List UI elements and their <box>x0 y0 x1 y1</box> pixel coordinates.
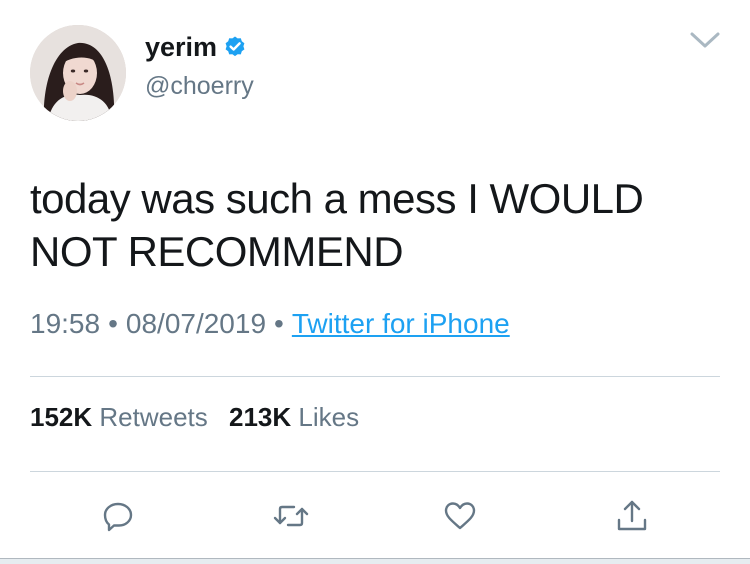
retweets-stat[interactable]: 152K Retweets <box>30 402 208 432</box>
display-name[interactable]: yerim <box>145 32 217 62</box>
likes-count: 213K <box>229 402 292 432</box>
tweet-card: yerim @choerry today was such a mess I W… <box>0 0 750 564</box>
verified-badge-icon <box>225 36 245 57</box>
action-bar <box>0 494 750 538</box>
retweet-button[interactable] <box>269 494 313 538</box>
source-link[interactable]: Twitter for iPhone <box>292 308 510 339</box>
separator-dot: • <box>108 308 118 339</box>
tweet-time[interactable]: 19:58 <box>30 308 100 339</box>
heart-icon <box>444 502 476 530</box>
chevron-down-icon[interactable] <box>688 28 722 52</box>
tweet-meta: 19:58 • 08/07/2019 • Twitter for iPhone <box>30 305 510 343</box>
tweet-date[interactable]: 08/07/2019 <box>126 308 266 339</box>
tweet-text: today was such a mess I WOULD NOT RECOMM… <box>30 175 644 275</box>
retweets-count: 152K <box>30 402 93 432</box>
user-handle[interactable]: @choerry <box>145 72 254 100</box>
share-button[interactable] <box>610 494 654 538</box>
bottom-edge <box>0 558 750 564</box>
divider <box>30 376 720 377</box>
retweet-icon <box>273 505 309 527</box>
share-icon <box>617 500 647 531</box>
reply-icon <box>103 502 133 532</box>
separator-dot: • <box>274 308 284 339</box>
likes-label: Likes <box>298 402 360 432</box>
avatar[interactable] <box>30 25 126 121</box>
retweets-label: Retweets <box>99 402 208 432</box>
avatar-image <box>30 25 126 121</box>
engagement-stats: 152K Retweets 213K Likes <box>30 400 373 434</box>
reply-button[interactable] <box>96 494 140 538</box>
display-name-row[interactable]: yerim <box>145 32 247 62</box>
likes-stat[interactable]: 213K Likes <box>229 402 359 432</box>
like-button[interactable] <box>438 494 482 538</box>
divider <box>30 471 720 472</box>
